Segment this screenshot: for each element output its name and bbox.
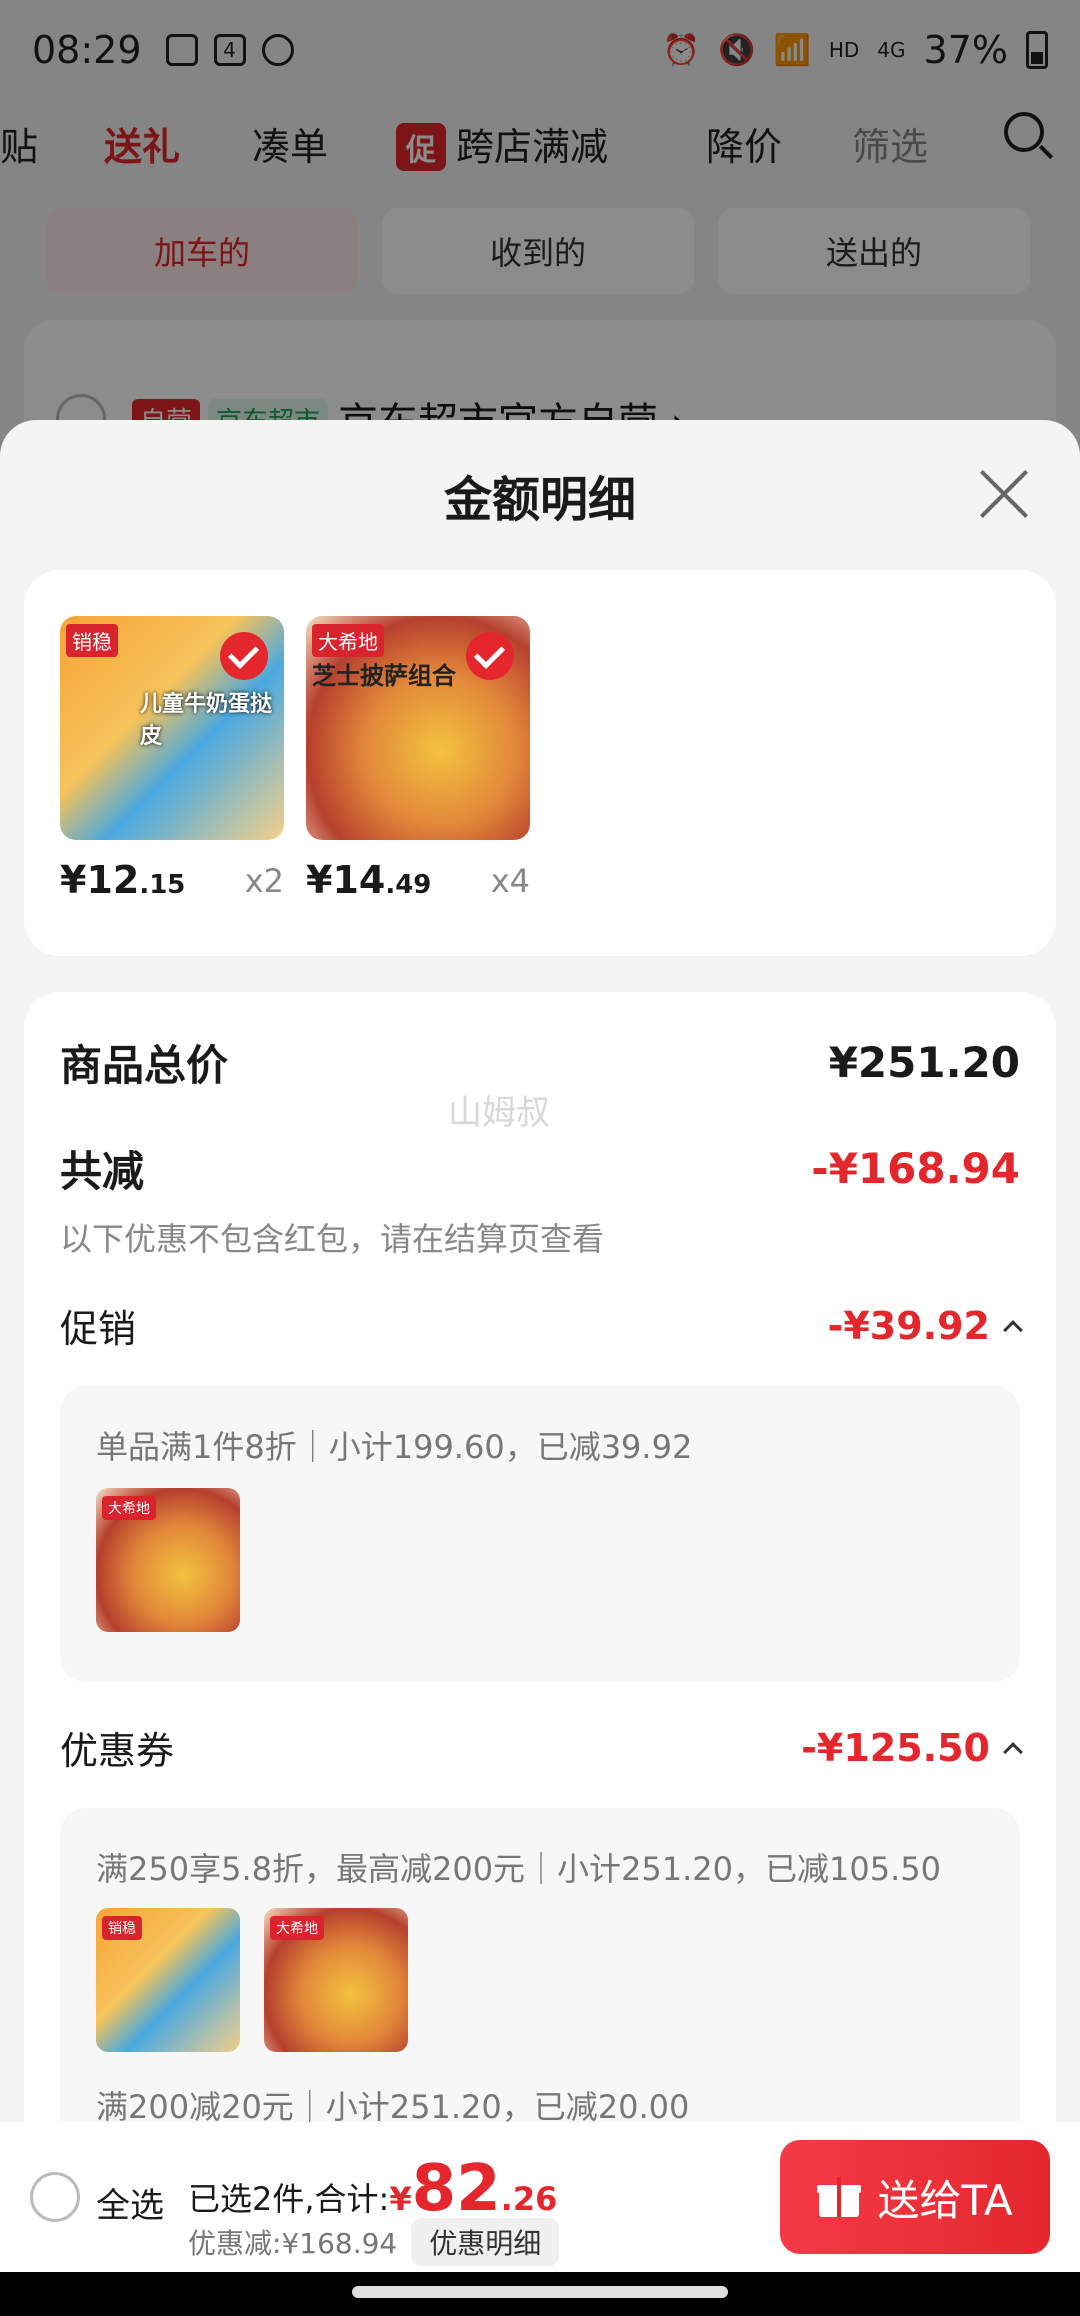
promo-detail-box: 单品满1件8折｜小计199.60，已减39.92 大希地 <box>60 1386 1020 1682</box>
watermark: 山姆叔 <box>448 1093 550 1133</box>
promo-product-thumb: 大希地 <box>96 1488 240 1632</box>
coupon-detail-text-1: 满250享5.8折，最高减200元｜小计251.20，已减105.50 <box>96 1850 941 1888</box>
coupon-product-thumb: 销稳 <box>96 1908 240 2052</box>
products-card: 销稳 儿童牛奶蛋挞皮 ¥12.15 x2 大希地 芝士披萨组合 ¥14.49 x… <box>24 570 1056 956</box>
reduce-note: 以下优惠不包含红包，请在结算页查看 <box>60 1220 605 1258</box>
send-gift-button[interactable]: 送给TA <box>780 2140 1050 2254</box>
chevron-up-icon[interactable] <box>1003 1319 1023 1340</box>
product-qty: x4 <box>490 862 530 900</box>
total-price-label: 商品总价 <box>60 1041 229 1090</box>
select-all-label[interactable]: 全选 <box>96 2178 164 2227</box>
product-item[interactable]: 大希地 芝士披萨组合 ¥14.49 x4 <box>306 616 530 902</box>
product-image: 销稳 儿童牛奶蛋挞皮 <box>60 616 284 840</box>
select-all-radio[interactable] <box>30 2172 80 2222</box>
home-indicator[interactable] <box>352 2286 728 2298</box>
promo-row[interactable]: 促销 -¥39.92 <box>60 1298 1023 1353</box>
amount-detail-card: 商品总价 ¥251.20 共减 -¥168.94 以下优惠不包含红包，请在结算页… <box>24 992 1056 2316</box>
checkout-bar: 全选 已选2件,合计:¥82.26 优惠减:¥168.94 优惠明细 送给TA <box>0 2122 1080 2272</box>
chevron-up-icon[interactable] <box>1003 1741 1023 1762</box>
reduce-label: 共减 <box>60 1147 145 1196</box>
total-price-value: ¥251.20 <box>828 1038 1020 1087</box>
amount-detail-sheet: 金额明细 销稳 儿童牛奶蛋挞皮 ¥12.15 x2 大希地 芝士披萨组合 ¥14… <box>0 420 1080 2316</box>
coupon-row[interactable]: 优惠券 -¥125.50 <box>60 1720 1023 1775</box>
product-image: 大希地 芝士披萨组合 <box>306 616 530 840</box>
product-qty: x2 <box>244 862 284 900</box>
promo-detail-text: 单品满1件8折｜小计199.60，已减39.92 <box>96 1428 693 1466</box>
sheet-title: 金额明细 <box>443 472 636 528</box>
gift-icon <box>817 2177 862 2217</box>
product-item[interactable]: 销稳 儿童牛奶蛋挞皮 ¥12.15 x2 <box>60 616 284 902</box>
reduce-value: -¥168.94 <box>811 1144 1020 1193</box>
check-icon[interactable] <box>220 632 268 680</box>
total-price-row: 商品总价 ¥251.20 <box>60 1032 1020 1093</box>
coupon-product-thumb: 大希地 <box>264 1908 408 2052</box>
reduce-row: 共减 -¥168.94 <box>60 1138 1020 1199</box>
coupon-label: 优惠券 <box>60 1729 175 1773</box>
close-icon[interactable] <box>978 468 1030 520</box>
check-icon[interactable] <box>466 632 514 680</box>
promo-value: -¥39.92 <box>827 1303 990 1348</box>
coupon-value: -¥125.50 <box>801 1725 990 1770</box>
total-amount: 82 <box>411 2152 501 2226</box>
promo-label: 促销 <box>60 1307 137 1351</box>
selected-summary: 已选2件,合计:¥82.26 <box>188 2152 558 2226</box>
discount-summary: 优惠减:¥168.94 <box>188 2227 398 2260</box>
discount-detail-button[interactable]: 优惠明细 <box>411 2218 560 2266</box>
